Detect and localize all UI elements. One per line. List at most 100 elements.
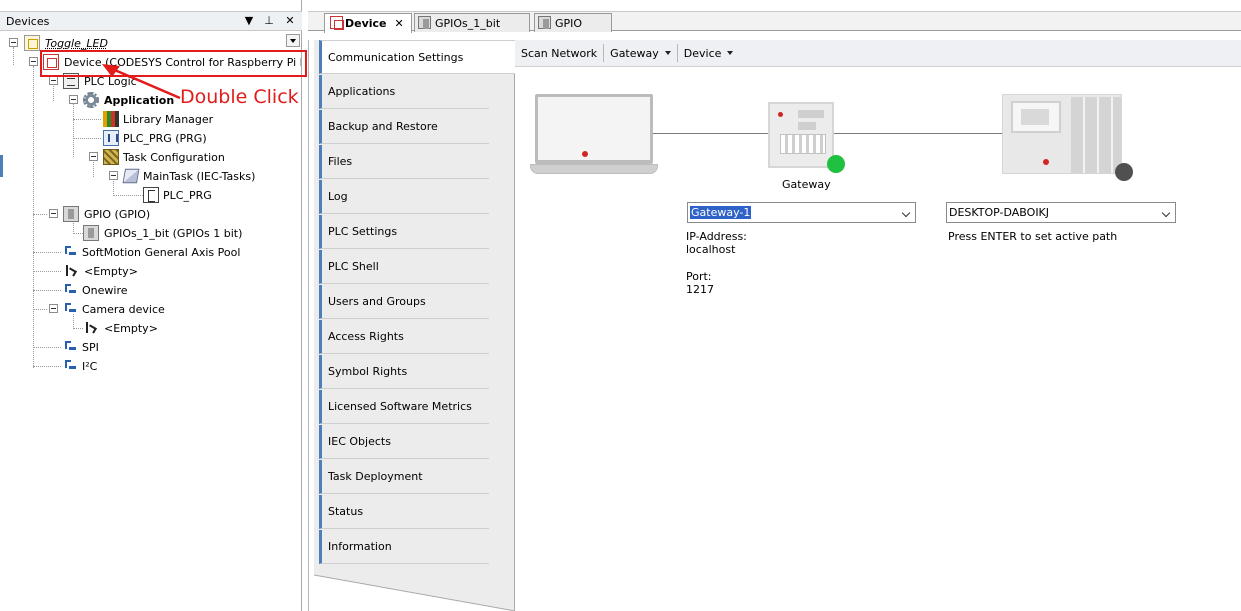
- scan-network-button[interactable]: Scan Network: [515, 40, 603, 67]
- collapse-toggle-icon[interactable]: [9, 38, 18, 47]
- tree-item-i2c[interactable]: I²C: [63, 357, 97, 375]
- tab-device[interactable]: Device ✕: [324, 13, 412, 33]
- plc-device-icon[interactable]: [1002, 94, 1122, 174]
- side-tab-backup-and-restore[interactable]: Backup and Restore: [319, 110, 489, 144]
- collapse-toggle-icon[interactable]: [69, 95, 78, 104]
- tree-item-softmotion-pool[interactable]: SoftMotion General Axis Pool: [63, 243, 240, 261]
- collapsed-side-bar[interactable]: [0, 155, 3, 177]
- tree-item-gpios-1-bit[interactable]: GPIOs_1_bit (GPIOs 1 bit): [83, 224, 242, 242]
- tree-item-camera-device[interactable]: Camera device: [63, 300, 165, 318]
- tree-item-label: Task Configuration: [123, 150, 225, 164]
- tree-item-gpio[interactable]: GPIO (GPIO): [63, 205, 150, 223]
- device-select-value: DESKTOP-DABOIKJ: [949, 206, 1050, 219]
- empty-slot-icon: [83, 321, 97, 335]
- collapse-toggle-icon[interactable]: [49, 304, 58, 313]
- tree-item-empty-slot[interactable]: <Empty>: [83, 319, 158, 337]
- gateway-menu-label: Gateway: [610, 46, 659, 60]
- tree-menu-dropdown-icon[interactable]: [286, 34, 300, 47]
- gateway-menu-button[interactable]: Gateway: [604, 40, 677, 67]
- collapse-toggle-icon[interactable]: [49, 76, 58, 85]
- collapse-toggle-icon[interactable]: [49, 209, 58, 218]
- ip-address-label: IP-Address:: [686, 230, 747, 243]
- side-tab-licensed-software-metrics[interactable]: Licensed Software Metrics: [319, 390, 489, 424]
- side-tab-symbol-rights[interactable]: Symbol Rights: [319, 355, 489, 389]
- tree-item-task-configuration[interactable]: Task Configuration: [103, 148, 225, 166]
- pin-icon[interactable]: ⊥: [262, 14, 276, 28]
- side-tab-status[interactable]: Status: [319, 495, 489, 529]
- gateway-select[interactable]: Gateway-1: [687, 202, 916, 223]
- program-icon: [103, 130, 119, 146]
- ip-address-value: localhost: [686, 243, 736, 256]
- tree-item-label: <Empty>: [104, 321, 158, 335]
- tree-item-main-task[interactable]: MainTask (IEC-Tasks): [122, 167, 256, 185]
- side-tab-task-deployment[interactable]: Task Deployment: [319, 460, 489, 494]
- caret-down-icon: [727, 51, 734, 55]
- device-editor: Communication Settings Applications Back…: [308, 40, 1241, 611]
- side-tab-communication-settings[interactable]: Communication Settings: [319, 40, 520, 74]
- device-select[interactable]: DESKTOP-DABOIKJ: [946, 202, 1176, 223]
- tree-item-library-manager[interactable]: Library Manager: [103, 110, 213, 128]
- connector-icon: [63, 359, 77, 373]
- collapse-toggle-icon[interactable]: [109, 171, 118, 180]
- tab-label: GPIOs_1_bit: [435, 16, 501, 30]
- tree-item-label: PLC_PRG: [163, 188, 212, 202]
- side-tab-plc-shell[interactable]: PLC Shell: [319, 250, 489, 284]
- tab-gpio[interactable]: GPIO: [534, 13, 612, 32]
- tree-item-spi[interactable]: SPI: [63, 338, 99, 356]
- side-tab-iec-objects[interactable]: IEC Objects: [319, 425, 489, 459]
- side-tab-access-rights[interactable]: Access Rights: [319, 320, 489, 354]
- connector-icon: [63, 302, 77, 316]
- tree-item-label: Onewire: [82, 283, 128, 297]
- devices-panel-header: Devices ▼ ⊥ ✕: [0, 11, 302, 31]
- tree-item-label: Library Manager: [123, 112, 214, 126]
- close-icon[interactable]: ✕: [395, 17, 404, 30]
- gear-icon: [83, 92, 99, 108]
- tree-item-label: Toggle_LED: [45, 36, 108, 50]
- tree-item-label: PLC_PRG (PRG): [123, 131, 207, 145]
- tree-item-plc-prg-call[interactable]: PLC_PRG: [143, 186, 212, 204]
- annotation-arrow-icon: [102, 64, 181, 100]
- tree-item-plc-prg[interactable]: PLC_PRG (PRG): [103, 129, 207, 147]
- gpio-icon: [418, 16, 431, 29]
- tree-item-empty-slot[interactable]: <Empty>: [63, 262, 138, 280]
- device-side-tabs: Communication Settings Applications Back…: [314, 40, 520, 611]
- gateway-select-value: Gateway-1: [690, 206, 752, 219]
- close-icon[interactable]: ✕: [283, 14, 297, 28]
- panel-dropdown-icon[interactable]: ▼: [242, 14, 256, 28]
- network-view: Gateway Gateway-1 DESKTOP-DABOIKJ IP-Add…: [515, 67, 1241, 611]
- tab-gpios-1-bit[interactable]: GPIOs_1_bit: [414, 13, 530, 32]
- port-value: 1217: [686, 283, 714, 296]
- gpio-icon: [83, 225, 99, 241]
- side-tab-users-and-groups[interactable]: Users and Groups: [319, 285, 489, 319]
- chevron-down-icon: [901, 208, 911, 218]
- gpio-icon: [538, 16, 551, 29]
- tree-item-label: GPIOs_1_bit (GPIOs 1 bit): [104, 226, 243, 240]
- caret-down-icon: [664, 51, 671, 55]
- device-status-icon: [1115, 163, 1133, 181]
- side-tab-plc-settings[interactable]: PLC Settings: [319, 215, 489, 249]
- task-icon: [122, 168, 140, 184]
- side-tab-files[interactable]: Files: [319, 145, 489, 179]
- editor-area: Device ✕ GPIOs_1_bit GPIO Communication …: [308, 11, 1241, 611]
- tab-label: GPIO: [555, 16, 583, 30]
- tree-item-onewire[interactable]: Onewire: [63, 281, 128, 299]
- library-icon: [103, 111, 119, 127]
- tree-item-label: SoftMotion General Axis Pool: [82, 245, 241, 259]
- side-tab-log[interactable]: Log: [319, 180, 489, 214]
- gpio-icon: [63, 206, 79, 222]
- port-label: Port:: [686, 270, 712, 283]
- tree-item-label: SPI: [82, 340, 99, 354]
- side-tab-information[interactable]: Information: [319, 530, 489, 564]
- device-menu-button[interactable]: Device: [678, 40, 740, 67]
- connector-icon: [63, 283, 77, 297]
- gateway-icon[interactable]: [768, 102, 834, 168]
- tree-item-label: MainTask (IEC-Tasks): [143, 169, 256, 183]
- annotation-label: Double Click: [180, 86, 299, 108]
- tree-item-label: GPIO (GPIO): [84, 207, 151, 221]
- collapse-toggle-icon[interactable]: [29, 57, 38, 66]
- side-tab-applications[interactable]: Applications: [319, 75, 489, 109]
- connector-icon: [63, 245, 77, 259]
- device-menu-label: Device: [683, 46, 722, 60]
- task-configuration-icon: [103, 149, 119, 165]
- collapse-toggle-icon[interactable]: [89, 152, 98, 161]
